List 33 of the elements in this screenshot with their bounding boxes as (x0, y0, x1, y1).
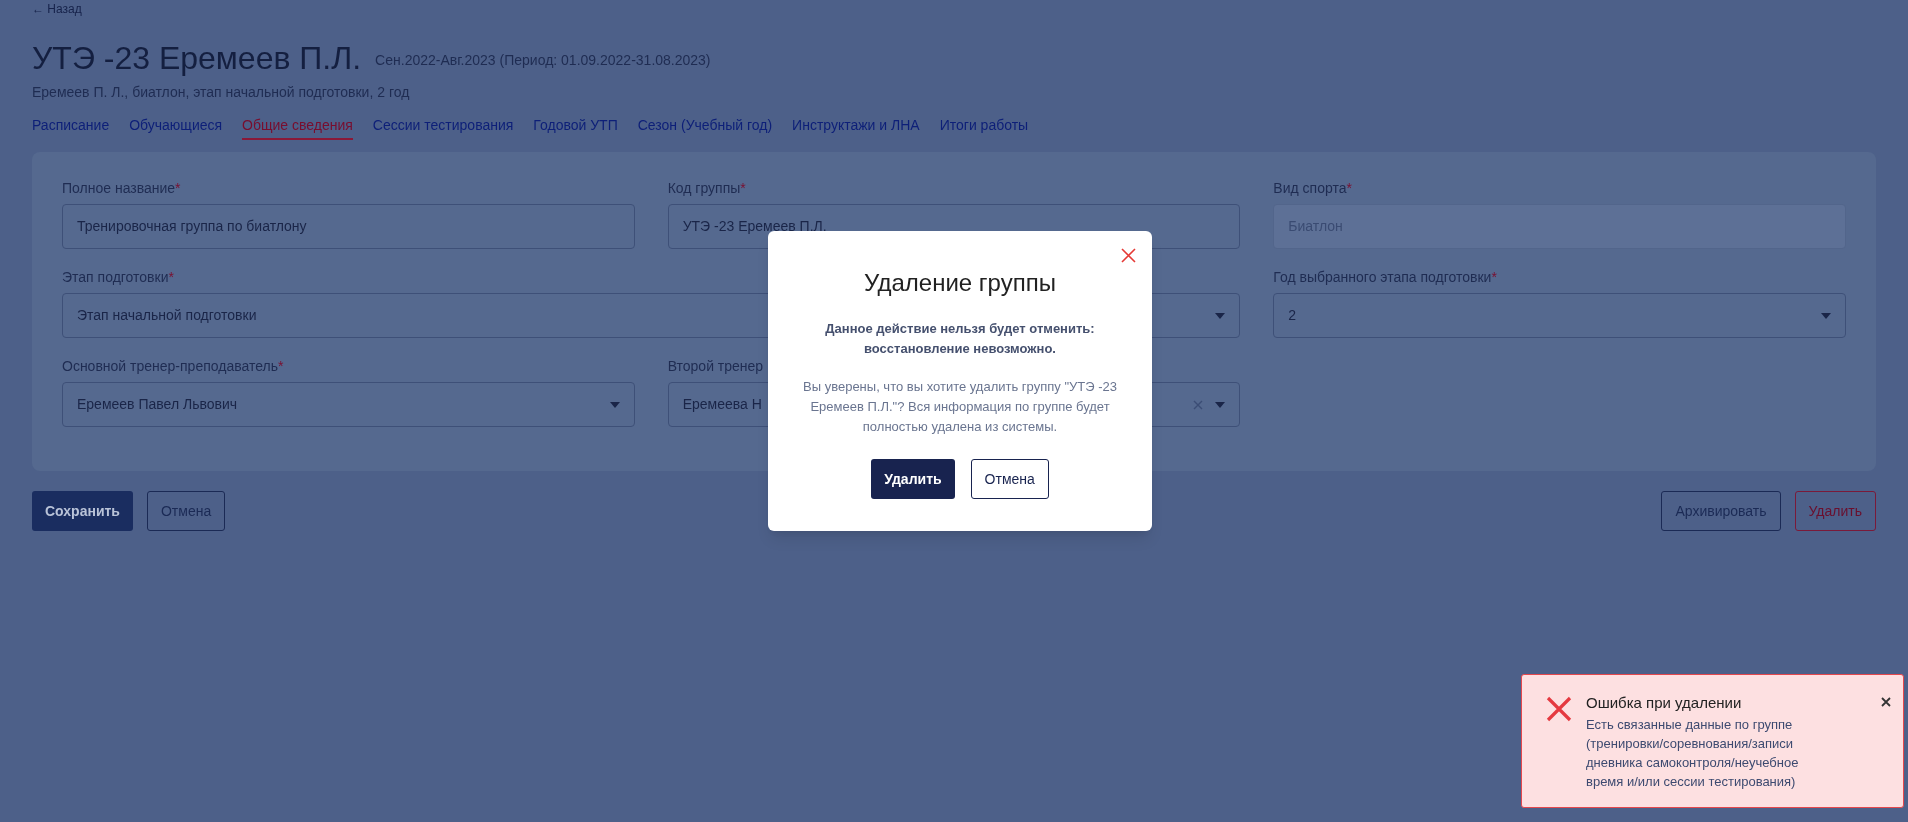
toast-title: Ошибка при удалении (1586, 693, 1743, 713)
field-label: Второй тренер (667, 357, 764, 376)
dropdown-caret-icon (609, 401, 620, 408)
field-label: Вид спорта* (1273, 179, 1352, 198)
tab[interactable]: Общие сведения (242, 115, 353, 140)
field-label: Основной тренер-преподаватель* (62, 357, 284, 376)
dropdown-caret-icon (1821, 312, 1831, 319)
field-label: Полное название* (62, 179, 181, 198)
save-button[interactable]: Сохранить (32, 491, 133, 531)
dropdown-caret-icon (1215, 312, 1226, 319)
toast-message: Есть связанные данные по группе (тренировки/соревнования/записи дневника самоконтроля/неучебное время и/или сессии тестирования) (1586, 716, 1800, 791)
tab[interactable]: Сессии тестирования (372, 115, 514, 140)
tab[interactable]: Расписание (32, 115, 110, 140)
dropdown-caret-icon (1215, 401, 1226, 408)
select-field[interactable]: 2 (1273, 293, 1846, 338)
page-title: УТЭ -23 Еремеев П.Л. (32, 40, 362, 76)
input-field[interactable]: Тренировочная группа по биатлону (62, 204, 635, 249)
field-label: Год выбранного этапа подготовки* (1273, 268, 1497, 287)
tab[interactable]: Инструктажи и ЛНА (792, 115, 920, 140)
tab[interactable]: Сезон (Учебный год) (637, 115, 773, 140)
dialog-message: Вы уверены, что вы хотите удалить группу "УТЭ -23 Еремеев П.Л."? Вся информация по группе будет полностью удалена из системы. (802, 378, 1118, 436)
cancel-button[interactable]: Отмена (970, 459, 1049, 499)
field-label: Этап подготовки* (62, 268, 174, 287)
select-field[interactable]: Еремеев Павел Львович (62, 382, 635, 427)
confirm-delete-button[interactable]: Удалить (871, 459, 955, 499)
error-cross-icon (1546, 696, 1572, 722)
tab[interactable]: Обучающиеся (129, 115, 223, 140)
close-icon[interactable] (1881, 697, 1891, 707)
delete-button[interactable]: Удалить (1794, 491, 1876, 531)
field-label: Код группы* (667, 179, 746, 198)
tab[interactable]: Годовой УТП (533, 115, 618, 140)
tab[interactable]: Итоги работы (939, 115, 1029, 140)
back-link[interactable]: ← Назад (32, 0, 82, 18)
